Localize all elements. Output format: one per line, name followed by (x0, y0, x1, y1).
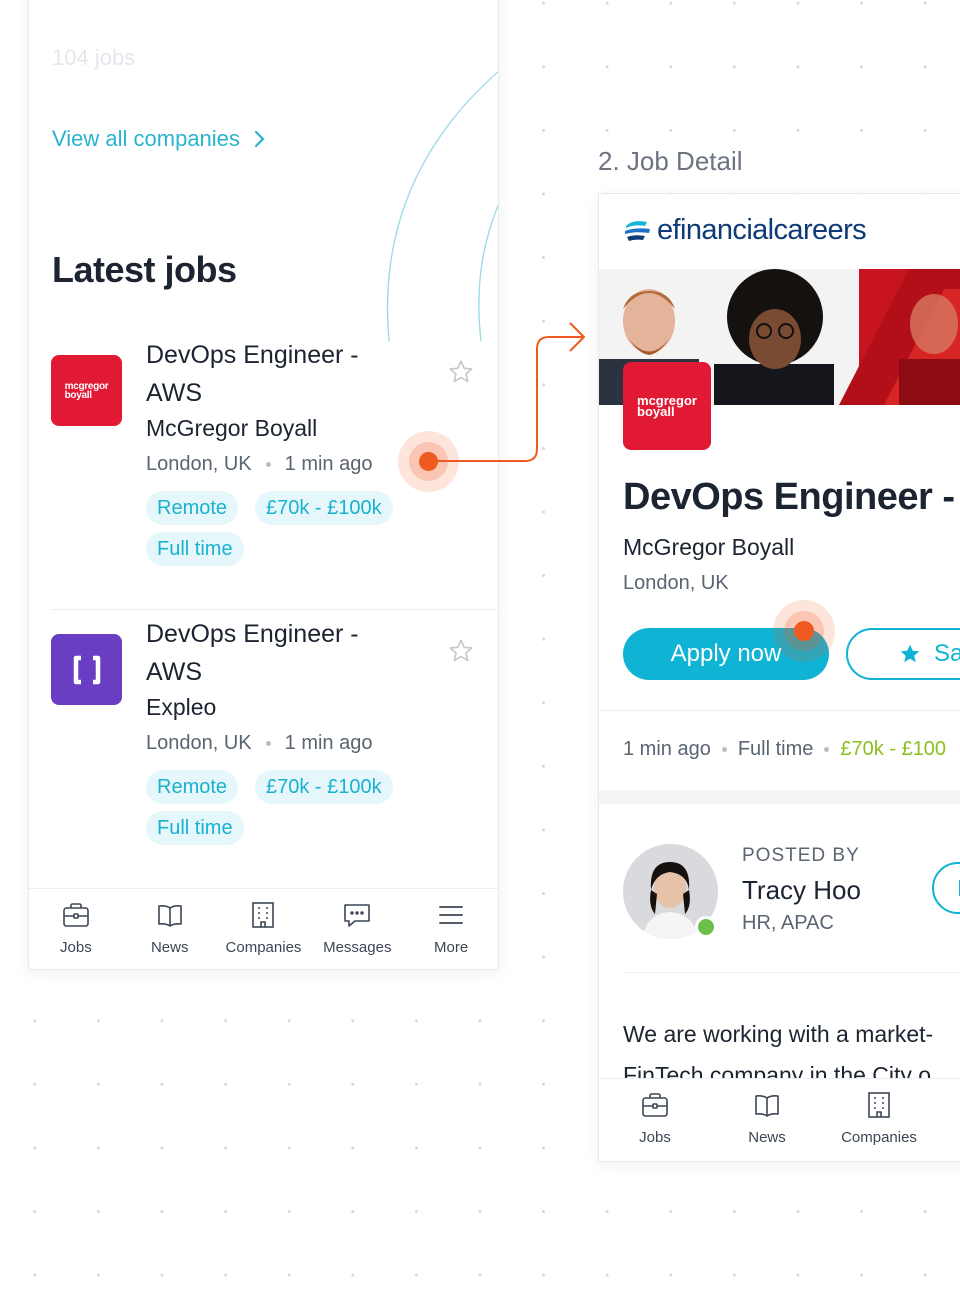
divider (623, 972, 960, 973)
tap-indicator (398, 431, 459, 492)
book-icon (755, 1095, 779, 1117)
nav-companies[interactable]: Companies (823, 1079, 935, 1161)
building-icon (868, 1092, 890, 1118)
divider (599, 710, 960, 711)
job-title: DevOps Engineer - A (623, 476, 960, 518)
section-label: 2. Job Detail (598, 146, 743, 176)
job-detail-screen: efinancialcareers mcgregor boyall DevOps … (598, 193, 960, 1162)
tap-indicator (773, 600, 835, 662)
brand-logo: efinancialcareers (623, 214, 867, 247)
save-button[interactable]: Sa (846, 628, 960, 680)
poster-role: HR, APAC (742, 912, 834, 934)
bottom-nav: Jobs News Companies (599, 1078, 960, 1161)
company-name[interactable]: McGregor Boyall (623, 534, 794, 561)
nav-jobs[interactable]: Jobs (599, 1079, 711, 1161)
star-icon (900, 644, 920, 663)
poster-name[interactable]: Tracy Hoo (742, 875, 861, 906)
job-meta-row: 1 min ago Full time £70k - £100 (623, 738, 947, 760)
job-location: London, UK (623, 572, 729, 594)
nav-news[interactable]: News (711, 1079, 823, 1161)
contact-recruiter-button[interactable] (932, 862, 960, 914)
section-separator (599, 790, 960, 804)
briefcase-icon (642, 1093, 668, 1117)
posted-by-label: POSTED BY (742, 845, 860, 866)
efc-logo-icon (625, 220, 650, 241)
online-status-dot (695, 916, 717, 938)
mcgregor-boyall-logo: mcgregor boyall (623, 362, 711, 450)
